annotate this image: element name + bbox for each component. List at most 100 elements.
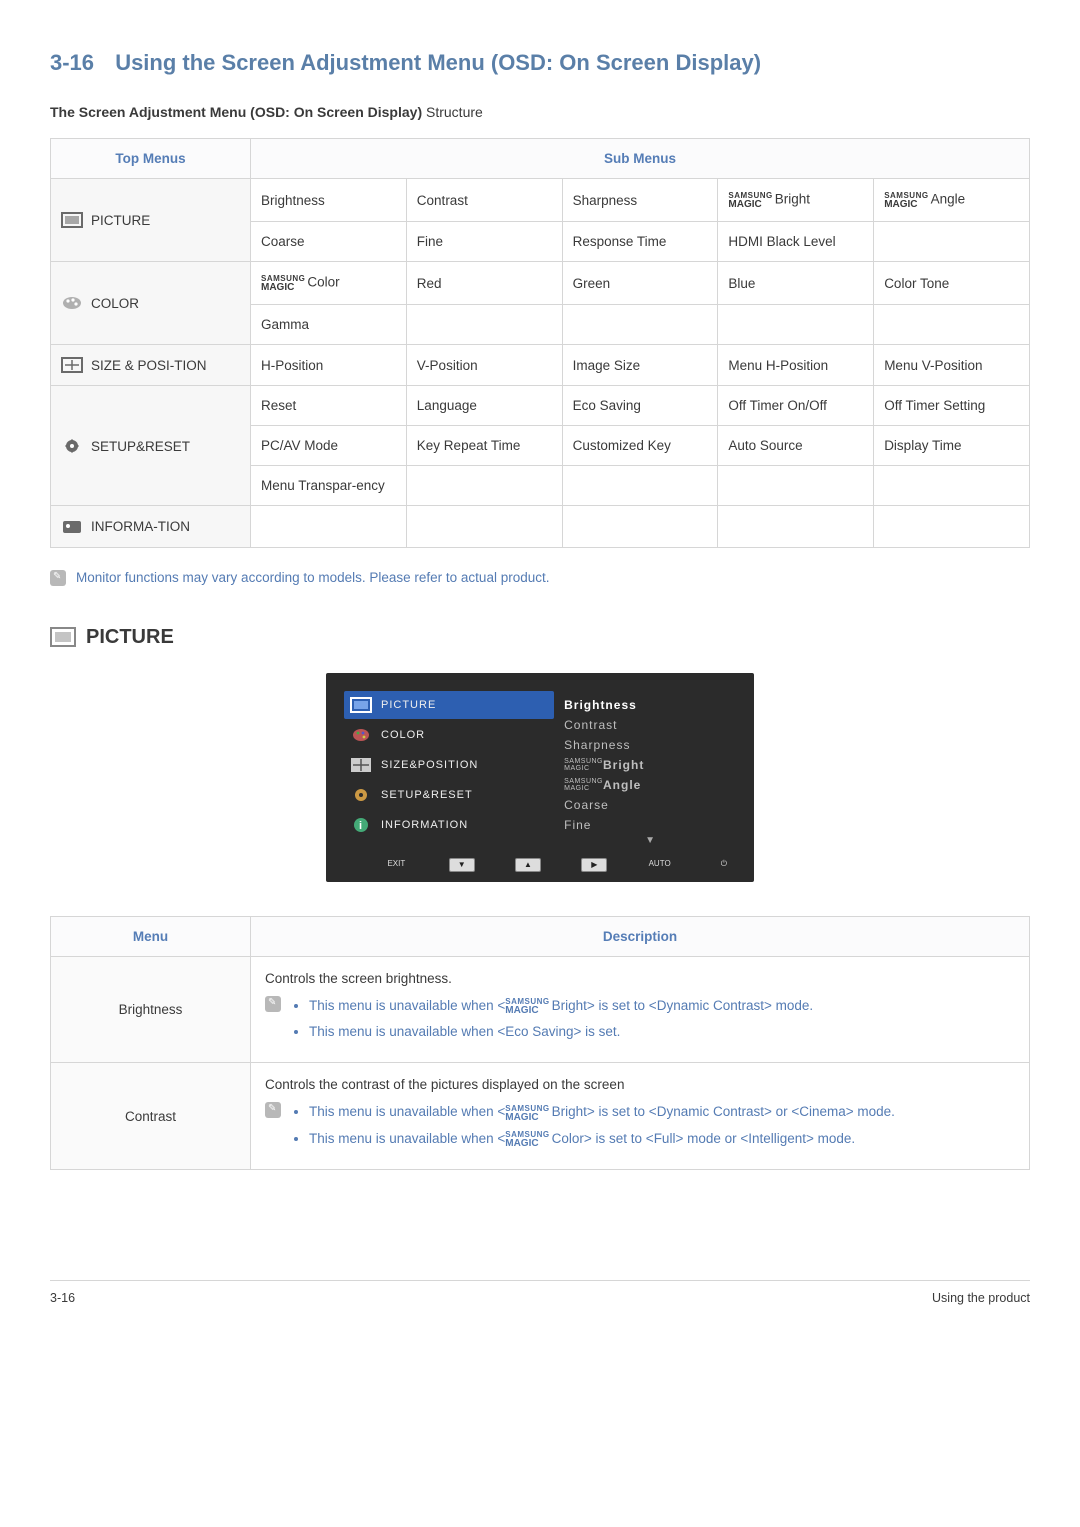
cell: Language bbox=[406, 386, 562, 426]
top-menu-info-label: INFORMA-TION bbox=[91, 519, 190, 534]
osd-sub-label: Bright bbox=[603, 758, 644, 772]
description-table: Menu Description Brightness Controls the… bbox=[50, 916, 1030, 1170]
note-row: Monitor functions may vary according to … bbox=[50, 570, 1030, 586]
samsung-magic-logo: SAMSUNG MAGIC bbox=[884, 191, 928, 209]
osd-exit-label: EXIT bbox=[384, 858, 408, 870]
cell: SAMSUNG MAGIC Angle bbox=[874, 179, 1030, 222]
top-menu-color-label: COLOR bbox=[91, 296, 139, 311]
top-menu-sizepos: SIZE & POSI-TION bbox=[51, 345, 251, 386]
section-sep bbox=[99, 50, 111, 75]
desc-bullet: This menu is unavailable when <SAMSUNGMA… bbox=[309, 1129, 895, 1149]
color-icon bbox=[350, 727, 372, 743]
cell: Key Repeat Time bbox=[406, 426, 562, 466]
cell: Auto Source bbox=[718, 426, 874, 466]
desc-text: This menu is unavailable when < bbox=[309, 1104, 505, 1119]
samsung-magic-logo: SAMSUNGMAGIC bbox=[564, 778, 603, 792]
chevron-down-icon: ▼ bbox=[564, 835, 736, 846]
note-text: Monitor functions may vary according to … bbox=[76, 570, 549, 585]
osd-sub-label: Angle bbox=[603, 778, 641, 792]
cell: Off Timer Setting bbox=[874, 386, 1030, 426]
magic-color-label: Color bbox=[307, 275, 339, 290]
cell bbox=[251, 506, 407, 547]
osd-auto-label: AUTO bbox=[648, 858, 672, 870]
desc-row-contrast-body: Controls the contrast of the pictures di… bbox=[251, 1063, 1030, 1170]
svg-text:i: i bbox=[359, 820, 363, 832]
cell: H-Position bbox=[251, 345, 407, 386]
information-icon: i bbox=[350, 817, 372, 833]
osd-item-label: SETUP&RESET bbox=[381, 789, 473, 801]
cell: Display Time bbox=[874, 426, 1030, 466]
cell: Contrast bbox=[406, 179, 562, 222]
desc-row-brightness-body: Controls the screen brightness. This men… bbox=[251, 956, 1030, 1063]
osd-item-label: INFORMATION bbox=[381, 819, 468, 831]
desc-row-contrast-label: Contrast bbox=[51, 1063, 251, 1170]
subheading-bold: The Screen Adjustment Menu (OSD: On Scre… bbox=[50, 104, 422, 120]
cell bbox=[718, 466, 874, 506]
page-title-row: 3-16 Using the Screen Adjustment Menu (O… bbox=[50, 50, 1030, 76]
cell bbox=[874, 305, 1030, 345]
osd-right-column: Brightness Contrast Sharpness SAMSUNGMAG… bbox=[564, 691, 736, 846]
osd-structure-table: Top Menus Sub Menus PICTURE Brightness C… bbox=[50, 138, 1030, 548]
th-menu: Menu bbox=[51, 916, 251, 956]
magic-bright-label: Bright bbox=[775, 192, 810, 207]
cell: Gamma bbox=[251, 305, 407, 345]
osd-item-information: i INFORMATION bbox=[344, 811, 554, 839]
setup-reset-icon bbox=[61, 438, 83, 454]
samsung-magic-logo: SAMSUNGMAGIC bbox=[505, 1130, 549, 1148]
note-icon bbox=[50, 570, 66, 586]
osd-up-button: ▲ bbox=[515, 858, 541, 872]
top-menu-sizepos-label: SIZE & POSI-TION bbox=[91, 358, 207, 373]
footer-right: Using the product bbox=[932, 1291, 1030, 1305]
cell: Green bbox=[562, 262, 718, 305]
desc-bullet: This menu is unavailable when <SAMSUNGMA… bbox=[309, 1102, 895, 1122]
cell: Menu H-Position bbox=[718, 345, 874, 386]
th-description: Description bbox=[251, 916, 1030, 956]
cell: Blue bbox=[718, 262, 874, 305]
osd-sub-brightness: Brightness bbox=[564, 695, 736, 715]
top-menu-information: INFORMA-TION bbox=[51, 506, 251, 547]
osd-sub-magic-bright: SAMSUNGMAGICBright bbox=[564, 755, 736, 775]
size-position-icon bbox=[61, 357, 83, 373]
osd-item-label: PICTURE bbox=[381, 699, 436, 711]
note-icon bbox=[265, 996, 281, 1012]
desc-lead: Controls the contrast of the pictures di… bbox=[265, 1077, 1015, 1092]
cell: V-Position bbox=[406, 345, 562, 386]
cell: Response Time bbox=[562, 222, 718, 262]
cell: Color Tone bbox=[874, 262, 1030, 305]
subheading-rest: Structure bbox=[422, 104, 483, 120]
desc-lead: Controls the screen brightness. bbox=[265, 971, 1015, 986]
cell bbox=[406, 305, 562, 345]
cell bbox=[874, 506, 1030, 547]
magic-angle-label: Angle bbox=[931, 192, 966, 207]
osd-item-label: COLOR bbox=[381, 729, 425, 741]
picture-icon bbox=[350, 697, 372, 713]
cell bbox=[718, 506, 874, 547]
cell: HDMI Black Level bbox=[718, 222, 874, 262]
top-menu-setup-label: SETUP&RESET bbox=[91, 439, 190, 454]
power-icon: ⏻ bbox=[712, 858, 736, 870]
footer-left: 3-16 bbox=[50, 1291, 75, 1305]
samsung-magic-logo: SAMSUNGMAGIC bbox=[564, 758, 603, 772]
cell: PC/AV Mode bbox=[251, 426, 407, 466]
cell bbox=[562, 466, 718, 506]
cell bbox=[874, 222, 1030, 262]
picture-icon bbox=[50, 627, 76, 647]
osd-item-color: COLOR bbox=[344, 721, 554, 749]
samsung-magic-logo: SAMSUNGMAGIC bbox=[505, 1104, 549, 1122]
osd-sub-fine: Fine bbox=[564, 815, 736, 835]
osd-sub-magic-angle: SAMSUNGMAGICAngle bbox=[564, 775, 736, 795]
desc-bullet: This menu is unavailable when <Eco Savin… bbox=[309, 1022, 813, 1042]
section-subheading: The Screen Adjustment Menu (OSD: On Scre… bbox=[50, 104, 1030, 120]
cell bbox=[874, 466, 1030, 506]
osd-sub-coarse: Coarse bbox=[564, 795, 736, 815]
cell: Coarse bbox=[251, 222, 407, 262]
top-menu-setup: SETUP&RESET bbox=[51, 386, 251, 506]
osd-left-column: PICTURE COLOR SIZE&POSITION SETUP&RESET … bbox=[344, 691, 564, 846]
page-footer: 3-16 Using the product bbox=[50, 1280, 1030, 1305]
desc-bullet: This menu is unavailable when <SAMSUNGMA… bbox=[309, 996, 813, 1016]
color-icon bbox=[61, 295, 83, 311]
section-title: Using the Screen Adjustment Menu (OSD: O… bbox=[115, 50, 761, 75]
cell: Image Size bbox=[562, 345, 718, 386]
osd-down-button: ▼ bbox=[449, 858, 475, 872]
top-menu-picture: PICTURE bbox=[51, 179, 251, 262]
